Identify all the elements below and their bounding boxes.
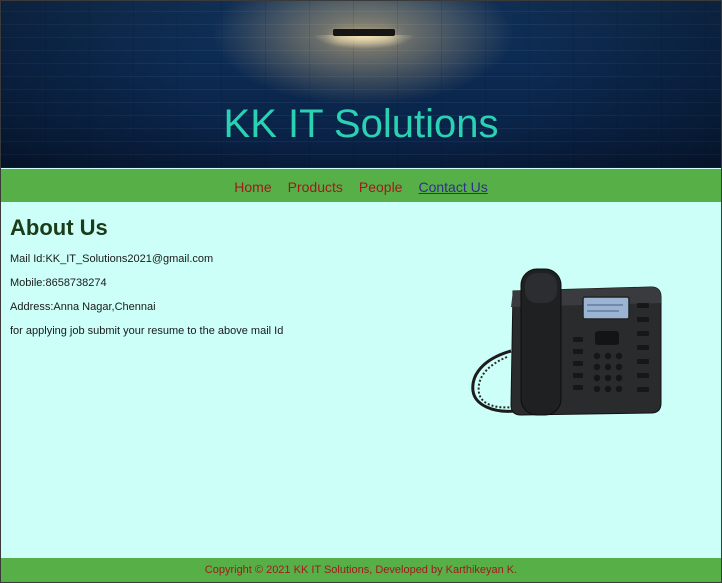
lamp-light [313,35,415,49]
about-heading: About Us [10,215,108,240]
phone-illustration [471,268,662,416]
nav-people-link[interactable]: People [359,177,403,195]
nav-bar: Home Products People Contact Us [1,169,721,202]
about-section: About Us Mail Id:KK_IT_Solutions2021@gma… [10,215,460,348]
nav-home-link[interactable]: Home [234,177,271,195]
mail-id-text: Mail Id:KK_IT_Solutions2021@gmail.com [10,253,214,265]
nav-contact-link[interactable]: Contact Us [418,177,487,195]
nav-products-link[interactable]: Products [288,177,343,195]
mobile-text: Mobile:8658738274 [10,277,107,289]
phone-nav-pad [595,331,619,345]
footer: Copyright © 2021 KK IT Solutions, Develo… [1,558,721,582]
wall-lamp [333,29,395,36]
page-frame: KK IT Solutions Home Products People Con… [0,0,722,583]
address-text: Address:Anna Nagar,Chennai [10,301,156,313]
desk-phone-image [463,263,668,423]
phone-display [582,296,630,320]
site-title: KK IT Solutions [223,102,499,146]
handset-earpiece [525,273,557,303]
job-note-text: for applying job submit your resume to t… [10,325,284,337]
header-banner: KK IT Solutions [1,1,721,168]
